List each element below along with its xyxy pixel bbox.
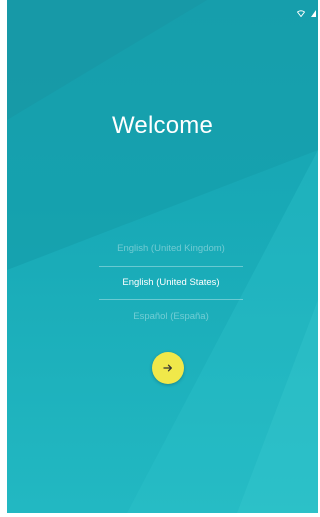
next-button[interactable]	[152, 352, 184, 384]
device-frame: Welcome English (United Kingdom) English…	[0, 0, 320, 517]
signal-icon	[311, 4, 316, 22]
setup-screen: Welcome English (United Kingdom) English…	[7, 0, 318, 513]
status-bar	[7, 0, 318, 20]
arrow-right-icon	[163, 364, 172, 372]
welcome-title: Welcome	[112, 112, 213, 139]
language-option-en-gb[interactable]: English (United Kingdom)	[99, 232, 243, 266]
language-option-en-us[interactable]: English (United States)	[99, 266, 243, 300]
language-list[interactable]: English (United Kingdom) English (United…	[99, 232, 243, 334]
language-option-es-es[interactable]: Español (España)	[99, 300, 243, 334]
wifi-icon	[296, 4, 306, 22]
